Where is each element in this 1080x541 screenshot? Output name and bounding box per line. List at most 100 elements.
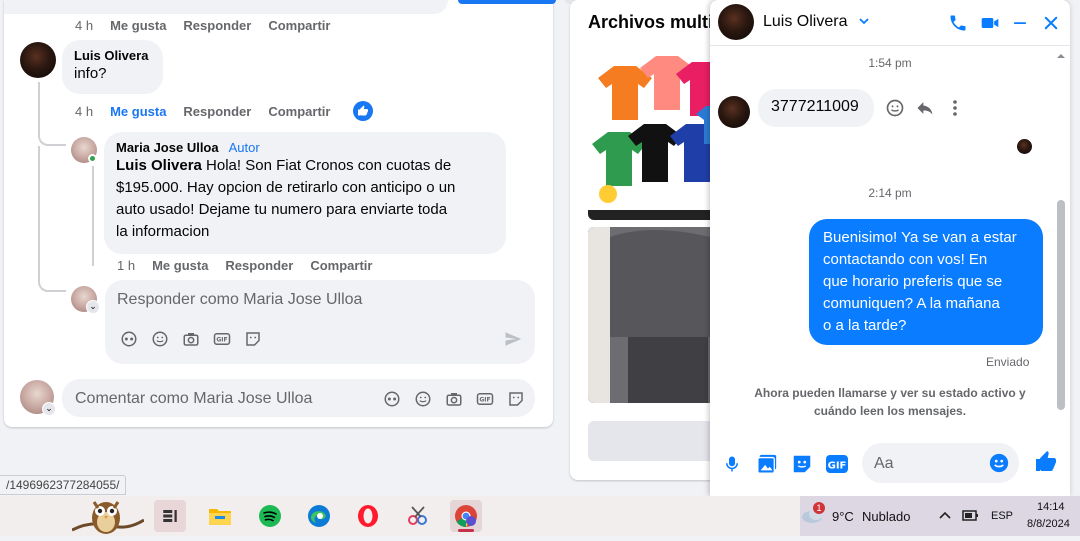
phone-icon[interactable] <box>946 11 970 35</box>
share-link[interactable]: Compartir <box>268 104 330 119</box>
chat-scrollbar[interactable] <box>1054 48 1068 414</box>
outgoing-message[interactable]: Buenisimo! Ya se van a estar contactando… <box>809 219 1043 345</box>
avatar-sticker-icon[interactable] <box>119 329 138 348</box>
opera-browser-icon[interactable] <box>352 500 384 532</box>
reply-bubble: Maria Jose Ulloa Autor Luis Olivera Hola!… <box>104 132 506 254</box>
comment-time[interactable]: 4 h <box>75 18 93 33</box>
gif-icon[interactable]: GIF <box>475 389 494 408</box>
task-view-icon[interactable] <box>154 500 186 532</box>
comment-bubble: Luis Olivera info? <box>62 40 163 94</box>
snipping-tool-icon[interactable] <box>402 500 434 532</box>
media-more-button[interactable] <box>588 421 720 461</box>
comment-tools: GIF <box>382 389 525 408</box>
reply-input[interactable]: Responder como Maria Jose Ulloa <box>117 291 362 309</box>
message-input[interactable]: Aa <box>874 455 894 473</box>
more-options-icon[interactable] <box>947 98 963 123</box>
react-emoji-icon[interactable] <box>885 98 905 123</box>
send-icon[interactable] <box>503 330 523 353</box>
sticker-icon[interactable] <box>790 452 814 476</box>
camera-icon[interactable] <box>444 389 463 408</box>
minimize-icon[interactable] <box>1008 11 1032 35</box>
message-composer[interactable]: Aa <box>862 443 1019 483</box>
like-link[interactable]: Me gusta <box>110 18 166 33</box>
weather-temperature[interactable]: 9°C <box>832 509 854 524</box>
emoji-icon[interactable] <box>413 389 432 408</box>
reply-author-line: Maria Jose Ulloa Autor <box>116 140 494 155</box>
comment-time[interactable]: 4 h <box>75 104 93 119</box>
reply-text-line: auto usado! Dejame tu numero para enviar… <box>116 201 448 218</box>
owl-widget-icon[interactable] <box>71 496 145 541</box>
tshirts-image <box>588 44 720 220</box>
edge-browser-icon[interactable] <box>303 500 335 532</box>
reply-author[interactable]: Maria Jose Ulloa <box>116 140 219 155</box>
weather-alert-badge: 1 <box>813 502 825 514</box>
clock-date[interactable]: 8/8/2024 <box>1027 518 1070 530</box>
chevron-down-icon[interactable]: ⌄ <box>86 300 100 314</box>
chat-contact-name[interactable]: Luis Olivera <box>763 13 870 31</box>
windows-taskbar: 1 9°C Nublado ESP 14:14 8/8/2024 <box>0 496 1080 536</box>
video-call-icon[interactable] <box>978 11 1002 35</box>
weather-description[interactable]: Nublado <box>862 509 910 524</box>
media-panel: Archivos multimedia <box>570 0 720 480</box>
emoji-icon[interactable] <box>150 329 169 348</box>
chevron-up-icon[interactable] <box>938 508 952 527</box>
share-link[interactable]: Compartir <box>310 258 372 273</box>
primary-button[interactable] <box>458 0 556 4</box>
gif-icon[interactable]: GIF <box>212 329 231 348</box>
svg-text:GIF: GIF <box>828 461 847 472</box>
messenger-chat-window: Luis Olivera 1:54 pm 3777211009 2:14 pm … <box>710 0 1070 496</box>
previous-comment-input[interactable] <box>4 0 448 14</box>
contact-avatar[interactable] <box>718 4 754 40</box>
reply-time[interactable]: 1 h <box>117 258 135 273</box>
camera-icon[interactable] <box>181 329 200 348</box>
chrome-browser-icon[interactable] <box>450 500 482 532</box>
photo-icon[interactable] <box>755 452 779 476</box>
gif-icon[interactable]: GIF <box>825 452 849 476</box>
scroll-thumb[interactable] <box>1057 200 1065 410</box>
share-link[interactable]: Compartir <box>268 18 330 33</box>
comment-text: info? <box>74 65 107 82</box>
chat-notice-line: cuándo leen los mensajes. <box>813 404 967 418</box>
avatar-sticker-icon[interactable] <box>382 389 401 408</box>
timestamp-separator: 2:14 pm <box>868 186 912 200</box>
reply-arrow-icon[interactable] <box>915 98 935 123</box>
media-thumbnail-tshirts[interactable] <box>588 44 720 220</box>
reply-link[interactable]: Responder <box>183 18 251 33</box>
outgoing-message-line: o a la tarde? <box>823 317 907 334</box>
sticker-icon[interactable] <box>506 389 525 408</box>
comment-input-box[interactable]: Comentar como Maria Jose Ulloa GIF <box>62 379 535 417</box>
thumbs-up-send-icon[interactable] <box>1034 450 1058 474</box>
clothing-image <box>588 227 720 403</box>
timestamp-separator: 1:54 pm <box>868 56 912 70</box>
close-icon[interactable] <box>1039 11 1063 35</box>
clock-time[interactable]: 14:14 <box>1037 501 1065 513</box>
spotify-icon[interactable] <box>254 500 286 532</box>
comment-input[interactable]: Comentar como Maria Jose Ulloa <box>75 390 312 408</box>
emoji-icon[interactable] <box>988 452 1010 479</box>
reply-link[interactable]: Responder <box>183 104 251 119</box>
microphone-icon[interactable] <box>720 452 744 476</box>
reply-link[interactable]: Responder <box>225 258 293 273</box>
chevron-down-icon[interactable]: ⌄ <box>42 402 56 416</box>
like-link[interactable]: Me gusta <box>110 104 166 119</box>
like-link[interactable]: Me gusta <box>152 258 208 273</box>
reply-input-box[interactable]: Responder como Maria Jose Ulloa GIF <box>105 280 535 364</box>
network-icon[interactable] <box>962 508 980 527</box>
message-status: Enviado <box>986 355 1030 369</box>
scroll-up-icon[interactable] <box>1054 52 1068 60</box>
mention-link[interactable]: Luis Olivera <box>116 157 202 174</box>
sticker-icon[interactable] <box>243 329 262 348</box>
file-explorer-icon[interactable] <box>204 500 236 532</box>
online-status-dot <box>88 154 97 163</box>
contact-avatar-small[interactable] <box>718 96 750 128</box>
like-reaction-badge[interactable] <box>353 101 373 121</box>
chat-header: Luis Olivera <box>710 0 1070 46</box>
comment-actions: 4 h Me gusta Responder Compartir <box>75 104 330 119</box>
incoming-message[interactable]: 3777211009 <box>758 89 874 127</box>
avatar[interactable] <box>20 42 56 78</box>
comment-author[interactable]: Luis Olivera <box>74 48 151 63</box>
reply-text-line: $195.000. Hay opcion de retirarlo con an… <box>116 179 456 196</box>
media-thumbnail-clothing[interactable] <box>588 227 720 403</box>
language-indicator[interactable]: ESP <box>991 510 1013 522</box>
author-badge: Autor <box>228 140 260 155</box>
